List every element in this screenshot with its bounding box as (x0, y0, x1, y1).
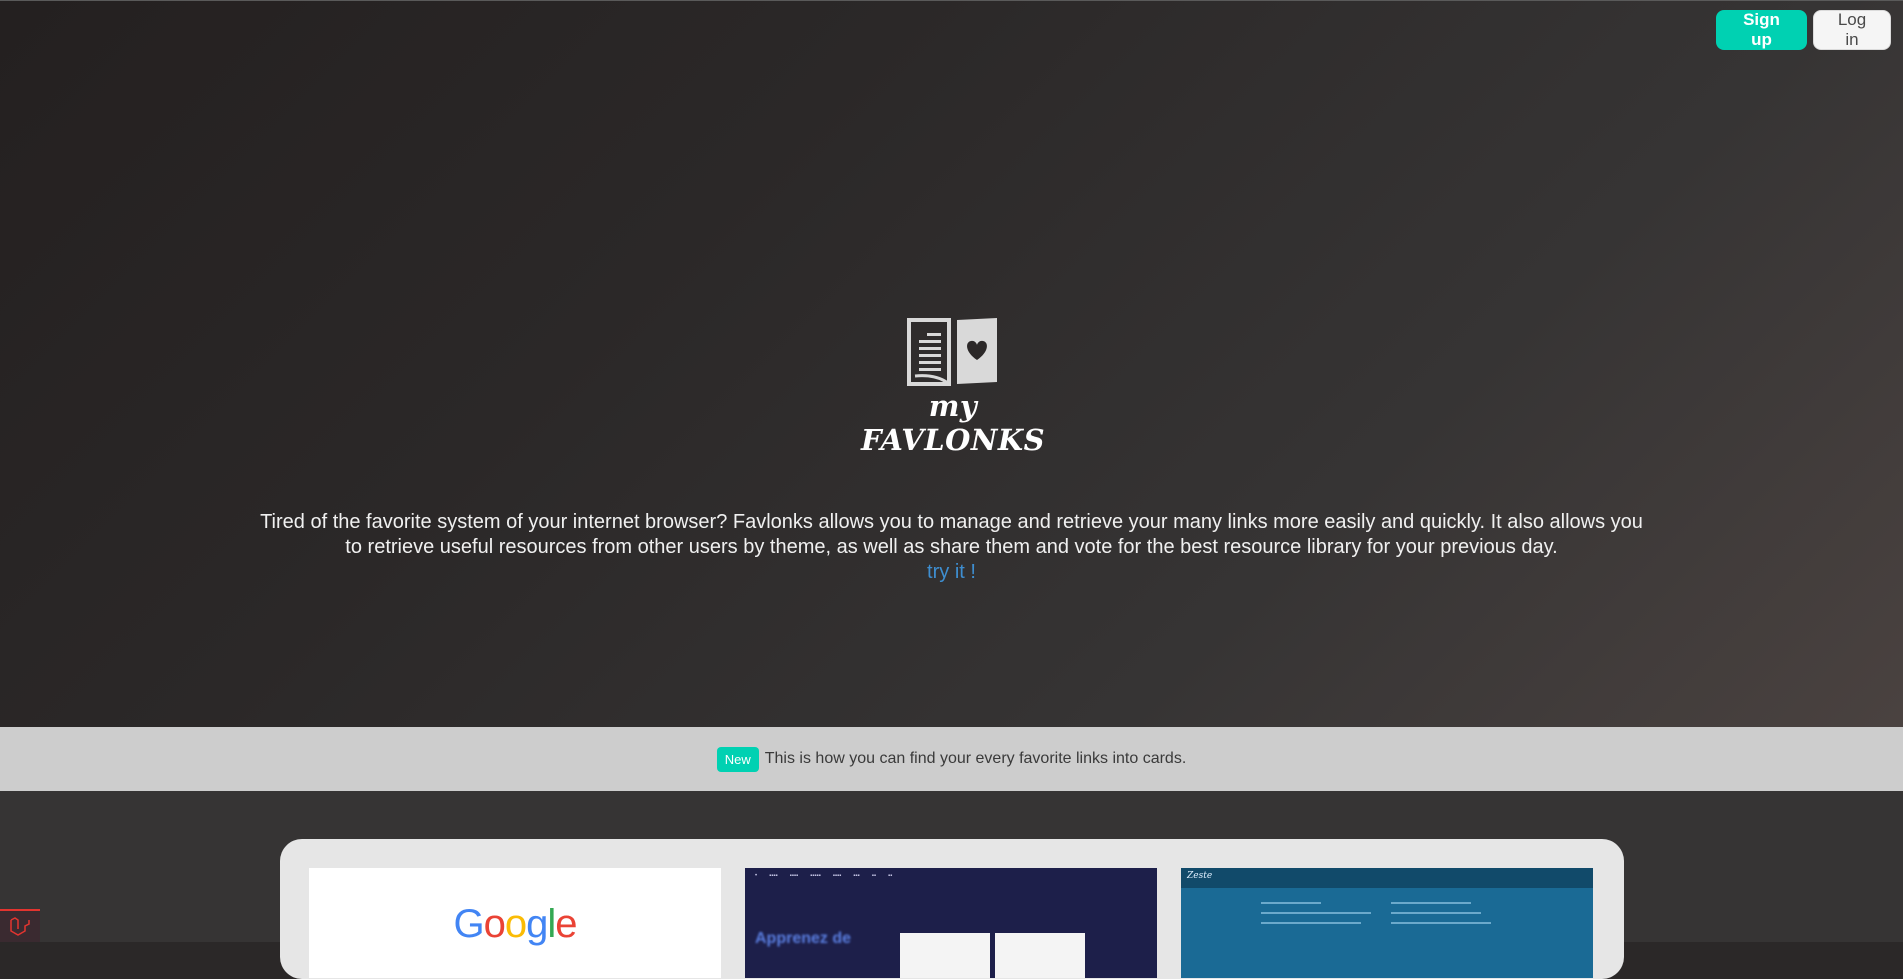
auth-bar: Sign up Log in (1716, 10, 1891, 50)
new-badge: New (716, 746, 759, 772)
signup-button[interactable]: Sign up (1716, 10, 1807, 50)
laravel-icon-glyph (10, 916, 30, 936)
login-button[interactable]: Log in (1813, 10, 1891, 50)
google-logo: Google (453, 902, 577, 946)
card-screenshot-line (1391, 922, 1491, 924)
logo-text: my FAVLONKS (860, 389, 1046, 457)
hero-section: Sign up Log in my FAVLONKS Tired of the … (0, 0, 1903, 727)
card-openclassrooms[interactable]: • ▪▪▪▪ ▪▪▪▪ ▪▪▪▪▪ ▪▪▪▪ ▪▪▪ ▪▪ ▪▪ Apprenez de (745, 868, 1157, 978)
laravel-icon[interactable] (0, 909, 40, 942)
card-screenshot-nav: • ▪▪▪▪ ▪▪▪▪ ▪▪▪▪▪ ▪▪▪▪ ▪▪▪ ▪▪ ▪▪ (755, 873, 893, 879)
card-screenshot-line (1261, 912, 1371, 914)
card-screenshot-panel (995, 933, 1085, 978)
site-logo: my FAVLONKS (857, 314, 1049, 457)
description-text: Tired of the favorite system of your int… (260, 511, 1643, 558)
card-screenshot-line (1391, 912, 1481, 914)
cards-preview-section: Google • ▪▪▪▪ ▪▪▪▪ ▪▪▪▪▪ ▪▪▪▪ ▪▪▪ ▪▪ ▪▪ Apprene… (0, 791, 1903, 979)
try-it-link[interactable]: try it ! (927, 560, 976, 585)
card-screenshot-title: Apprenez de (755, 930, 852, 947)
notice-banner: New This is how you can find your every … (0, 727, 1903, 791)
card-screenshot-logo: Zeste (1187, 871, 1213, 881)
card-screenshot-header: Zeste (1181, 868, 1593, 888)
card-google[interactable]: Google (309, 868, 721, 978)
card-screenshot-line (1261, 922, 1361, 924)
card-screenshot-line (1261, 902, 1321, 904)
open-book-with-heart-icon (907, 318, 997, 386)
card-screenshot-panel (900, 933, 990, 978)
card-screenshot-line (1391, 902, 1471, 904)
hero-description: Tired of the favorite system of your int… (260, 510, 1643, 585)
card-zeste-de-savoir[interactable]: Zeste (1181, 868, 1593, 978)
cards-panel: Google • ▪▪▪▪ ▪▪▪▪ ▪▪▪▪▪ ▪▪▪▪ ▪▪▪ ▪▪ ▪▪ Apprene… (280, 839, 1624, 979)
notice-text: This is how you can find your every favo… (764, 750, 1187, 767)
